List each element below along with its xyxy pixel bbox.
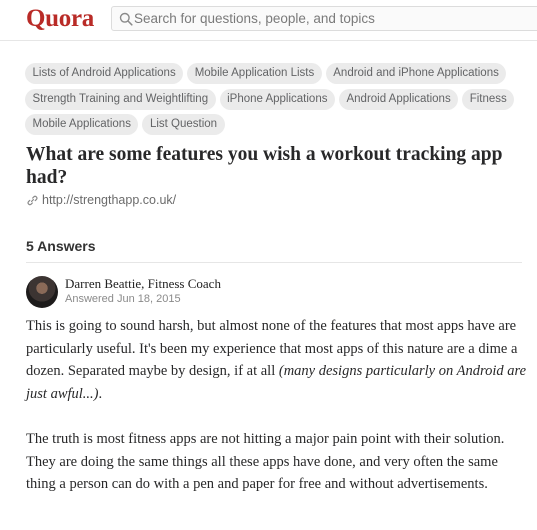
search-input[interactable] [134,7,534,30]
author-name[interactable]: Darren Beattie, Fitness Coach [65,276,221,292]
answer-paragraph: This is going to sound harsh, but almost… [26,315,526,405]
answer-paragraph: The truth is most fitness apps are not h… [26,431,505,492]
topic-row: Mobile Applications List Question [25,114,535,140]
answer-count: 5 Answers [26,238,96,254]
topic-tag[interactable]: List Question [142,114,225,135]
question-title: What are some features you wish a workou… [26,144,503,188]
topic-list: Lists of Android Applications Mobile Appl… [25,63,535,140]
answer-date[interactable]: Answered Jun 18, 2015 [65,293,181,305]
quora-logo[interactable]: Quora [26,5,94,33]
link-icon [27,195,38,206]
topic-tag[interactable]: iPhone Applications [219,88,335,110]
topic-tag[interactable]: Strength Training and Weightlifting [25,88,216,110]
answer-body: This is going to sound harsh, but almost… [26,315,526,519]
topic-tag[interactable]: Fitness [462,88,515,110]
top-header: Quora [0,0,537,41]
search-bar[interactable] [111,6,537,31]
avatar[interactable] [26,276,58,308]
divider [26,262,522,263]
search-icon [119,12,133,26]
topic-row: Strength Training and Weightlifting iPhon… [25,88,535,115]
topic-tag[interactable]: Lists of Android Applications [25,63,184,84]
topic-tag[interactable]: Android and iPhone Applications [325,63,507,84]
topic-tag[interactable]: Mobile Application Lists [187,63,322,84]
topic-tag[interactable]: Android Applications [338,88,459,110]
topic-row: Lists of Android Applications Mobile Appl… [25,63,535,89]
topic-tag[interactable]: Mobile Applications [25,114,139,135]
answer-text: . [98,385,103,402]
question-link[interactable]: http://strengthapp.co.uk/ [42,193,176,207]
